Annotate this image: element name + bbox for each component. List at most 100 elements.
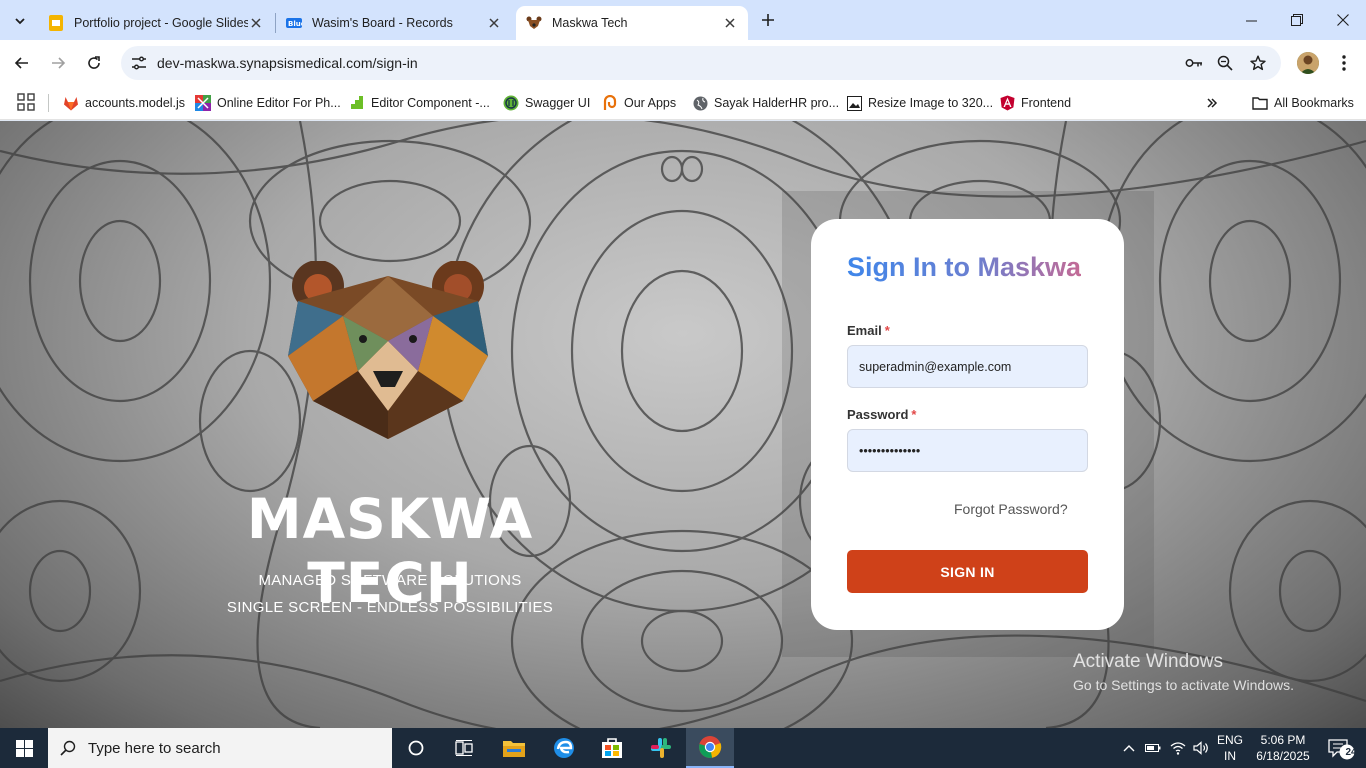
tab-wasims-board[interactable]: Blue Wasim's Board - Records: [276, 6, 512, 40]
all-bookmarks-button[interactable]: All Bookmarks: [1252, 91, 1354, 115]
bookmark-accounts-model[interactable]: accounts.model.js: [63, 91, 185, 115]
signin-page: MASKWA TECH MANAGED SOFTWARE SOLUTIONS S…: [0, 121, 1366, 728]
required-asterisk: *: [911, 407, 917, 422]
bookmark-label: All Bookmarks: [1274, 96, 1354, 110]
close-tab-icon[interactable]: [248, 15, 264, 31]
profile-avatar[interactable]: [1297, 52, 1319, 74]
tab-title: Wasim's Board - Records: [312, 16, 453, 30]
notification-count: 24: [1345, 747, 1357, 758]
bookmark-our-apps[interactable]: Our Apps: [602, 91, 676, 115]
start-button[interactable]: [0, 728, 48, 768]
required-asterisk: *: [884, 323, 890, 338]
volume-icon[interactable]: [1190, 728, 1212, 768]
tab-title: Portfolio project - Google Slides: [74, 16, 248, 30]
close-window-button[interactable]: [1320, 0, 1366, 40]
tab-title: Maskwa Tech: [552, 16, 628, 30]
tab-portfolio-project[interactable]: Portfolio project - Google Slides: [38, 6, 274, 40]
clock-date: 6/18/2025: [1256, 749, 1310, 763]
activate-windows-subtitle: Go to Settings to activate Windows.: [1073, 677, 1294, 693]
cortana-icon: [408, 740, 424, 756]
edge-icon: [554, 738, 574, 758]
email-label: Email *: [847, 323, 890, 338]
site-info-icon[interactable]: [127, 51, 151, 75]
minimize-button[interactable]: [1228, 0, 1274, 40]
activate-windows-title: Activate Windows: [1073, 651, 1223, 672]
store-icon: [602, 738, 622, 758]
forward-button[interactable]: [44, 49, 72, 77]
tab-search-button[interactable]: [6, 7, 34, 35]
password-key-icon[interactable]: [1184, 53, 1204, 73]
email-label-text: Email: [847, 323, 882, 338]
close-icon: [1337, 14, 1349, 26]
windows-taskbar: Type here to search ENG IN 5:06 PM 6/18/…: [0, 728, 1366, 768]
browser-menu-button[interactable]: [1332, 51, 1356, 75]
close-tab-icon[interactable]: [486, 15, 502, 31]
battery-icon[interactable]: [1143, 728, 1163, 768]
browser-toolbar: dev-maskwa.synapsismedical.com/sign-in: [0, 40, 1366, 86]
restore-button[interactable]: [1274, 0, 1320, 40]
plus-icon: [762, 14, 774, 26]
reload-icon: [88, 56, 100, 69]
signin-button[interactable]: SIGN IN: [847, 550, 1088, 593]
chrome-button[interactable]: [686, 728, 734, 768]
bookmark-resize-image[interactable]: Resize Image to 320...: [846, 91, 993, 115]
tab-maskwa-tech[interactable]: Maskwa Tech: [516, 6, 748, 40]
language-code: ENG: [1216, 733, 1243, 747]
clock[interactable]: 5:06 PM 6/18/2025: [1250, 732, 1316, 764]
apps-grid-icon[interactable]: [17, 93, 35, 111]
bookmark-editor-component[interactable]: Editor Component -...: [349, 91, 490, 115]
slack-icon: [651, 738, 671, 758]
bookmark-sayak-halder[interactable]: Sayak HalderHR pro...: [692, 91, 839, 115]
email-value: superadmin@example.com: [859, 359, 1012, 374]
chevron-double-right-icon: [1207, 98, 1218, 108]
bookmark-label: Online Editor For Ph...: [217, 96, 341, 110]
cortana-button[interactable]: [392, 728, 440, 768]
chevron-down-icon: [15, 18, 25, 25]
bookmark-label: Sayak HalderHR pro...: [714, 96, 840, 110]
taskbar-search-box[interactable]: Type here to search: [48, 728, 392, 768]
file-explorer-button[interactable]: [490, 728, 538, 768]
bookmark-star-icon[interactable]: [1248, 53, 1268, 73]
bear-icon: [526, 15, 542, 31]
clock-time: 5:06 PM: [1260, 733, 1306, 747]
arrow-right-icon: [52, 57, 66, 69]
bookmarks-bar: accounts.model.js Online Editor For Ph..…: [0, 86, 1366, 120]
wifi-icon[interactable]: [1168, 728, 1188, 768]
task-view-icon: [455, 740, 473, 756]
search-icon: [48, 740, 88, 756]
language-indicator[interactable]: ENG IN: [1214, 732, 1246, 764]
url-text[interactable]: dev-maskwa.synapsismedical.com/sign-in: [157, 55, 418, 71]
back-button[interactable]: [8, 49, 36, 77]
bookmark-label: Resize Image to 320...: [868, 96, 994, 110]
signin-heading: Sign In to Maskwa: [847, 252, 1082, 282]
search-placeholder: Type here to search: [88, 739, 221, 757]
edge-button[interactable]: [540, 728, 588, 768]
zoom-icon[interactable]: [1215, 53, 1235, 73]
store-button[interactable]: [588, 728, 636, 768]
bookmark-label: Swagger UI: [525, 96, 591, 110]
new-tab-button[interactable]: [756, 8, 780, 32]
more-bookmarks-button[interactable]: [1202, 93, 1222, 113]
bookmark-frontend[interactable]: Frontend: [999, 91, 1071, 115]
reload-button[interactable]: [80, 49, 108, 77]
bookmark-swagger-ui[interactable]: Swagger UI: [503, 91, 590, 115]
email-field[interactable]: superadmin@example.com: [847, 345, 1088, 388]
gitlab-icon: [63, 95, 79, 111]
password-field[interactable]: ••••••••••••••: [847, 429, 1088, 472]
chevron-up-icon: [1123, 745, 1135, 752]
slack-button[interactable]: [637, 728, 685, 768]
windows-logo-icon: [15, 739, 33, 757]
bookmark-online-editor[interactable]: Online Editor For Ph...: [195, 91, 341, 115]
forgot-password-link[interactable]: Forgot Password?: [954, 501, 1068, 517]
close-tab-icon[interactable]: [722, 15, 738, 31]
address-bar[interactable]: dev-maskwa.synapsismedical.com/sign-in: [121, 46, 1281, 80]
google-slides-icon: [48, 15, 64, 31]
notifications-button[interactable]: 24: [1320, 728, 1360, 768]
arrow-left-icon: [14, 57, 28, 69]
show-hidden-icons-button[interactable]: [1119, 728, 1139, 768]
image-icon: [846, 95, 862, 111]
bookmark-label: Frontend: [1021, 96, 1072, 110]
password-label: Password *: [847, 407, 916, 422]
task-view-button[interactable]: [440, 728, 488, 768]
stack-icon: [349, 95, 365, 111]
